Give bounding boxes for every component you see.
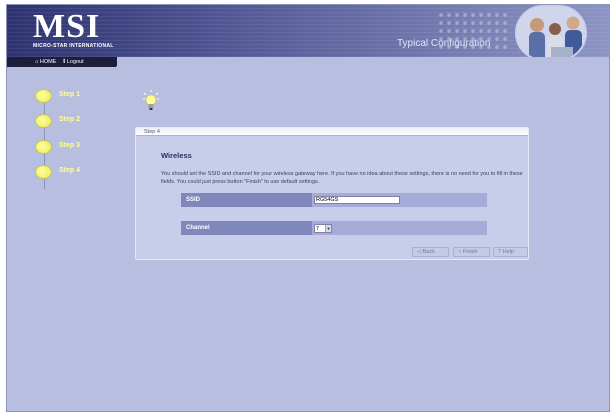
header-photo (515, 5, 587, 57)
finish-icon: ○ (458, 249, 462, 255)
finish-label: Finish (462, 249, 478, 255)
panel-header: Step 4 (136, 128, 528, 136)
home-icon: ⌂ (35, 59, 39, 65)
home-link[interactable]: ⌂ HOME (35, 57, 56, 67)
logout-icon: ⫴ (63, 59, 66, 65)
ssid-input[interactable] (314, 196, 400, 204)
page-heading: Typical Configuration (397, 38, 491, 49)
step-1-label: Step 1 (59, 91, 81, 98)
section-title: Wireless (161, 151, 192, 160)
finish-button[interactable]: ○ Finish (453, 247, 490, 257)
logout-label: Logout (66, 59, 84, 65)
logout-link[interactable]: ⫴ Logout (63, 57, 84, 67)
chevron-down-icon[interactable]: ▼ (325, 224, 331, 232)
channel-label: Channel (181, 221, 312, 235)
channel-value: 7 (316, 225, 320, 232)
back-button[interactable]: ◁ Back (412, 247, 449, 257)
ssid-row: SSID (181, 193, 487, 207)
home-label: HOME (39, 59, 57, 65)
step-4-label: Step 4 (59, 167, 81, 174)
header-banner: MSI MICRO-STAR INTERNATIONAL Typical Con… (7, 5, 609, 57)
logo-subtitle: MICRO-STAR INTERNATIONAL (33, 43, 114, 49)
channel-row: Channel 7 ▼ (181, 221, 487, 235)
help-label: Help (502, 249, 514, 255)
step-2-circle-icon (35, 114, 52, 128)
content-panel: Step 4 Wireless You should set the SSID … (135, 127, 529, 260)
wireless-form: SSID Channel 7 ▼ (181, 193, 487, 235)
msi-logo[interactable]: MSI (33, 10, 100, 44)
step-3-label: Step 3 (59, 142, 81, 149)
back-label: Back (422, 249, 435, 255)
step-2-label: Step 2 (59, 116, 81, 123)
step-1-circle-icon (35, 89, 52, 103)
back-arrow-icon: ◁ (417, 249, 422, 255)
top-nav: ⌂ HOME ⫴ Logout (7, 57, 117, 67)
channel-select[interactable]: 7 ▼ (314, 223, 332, 233)
lightbulb-icon (143, 90, 159, 110)
description-text: You should set the SSID and channel for … (161, 171, 523, 185)
help-icon: ? (498, 249, 502, 255)
ssid-label: SSID (181, 193, 312, 207)
panel-header-label: Step 4 (144, 129, 160, 135)
help-button[interactable]: ? Help (493, 247, 528, 257)
step-4-circle-icon (35, 165, 52, 179)
step-3-circle-icon (35, 140, 52, 154)
page-frame: MSI MICRO-STAR INTERNATIONAL Typical Con… (6, 4, 610, 412)
